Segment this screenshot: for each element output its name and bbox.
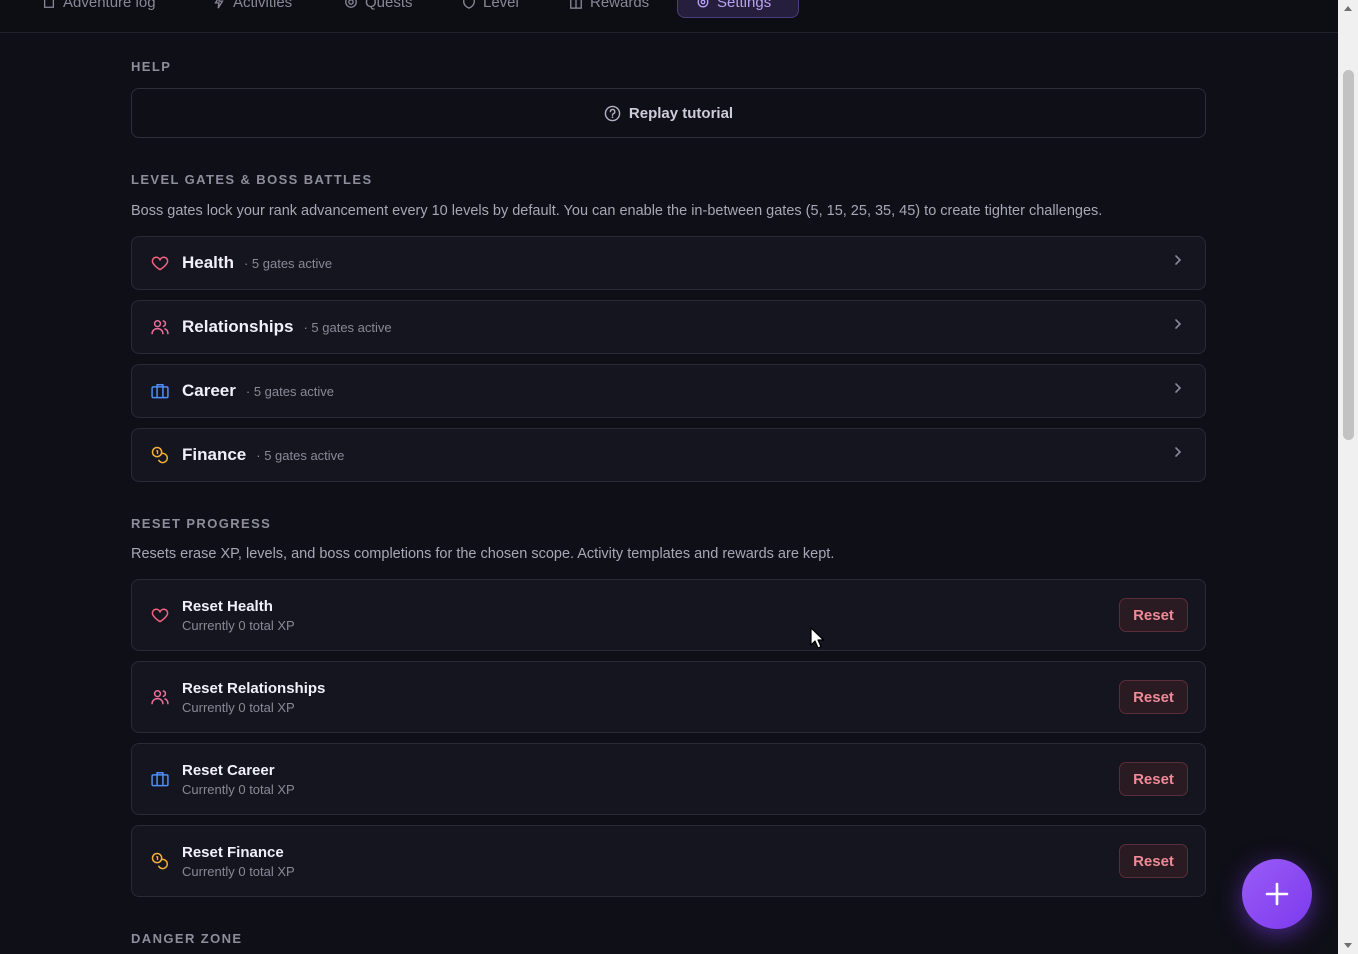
briefcase-icon xyxy=(151,384,169,399)
vertical-scrollbar[interactable] xyxy=(1338,0,1358,954)
target-icon xyxy=(345,0,357,8)
reset-xp: Currently 0 total XP xyxy=(182,617,295,633)
gate-meta: · 5 gates active xyxy=(243,255,333,271)
gate-meta: · 5 gates active xyxy=(303,319,392,335)
tab-label: Activities xyxy=(233,0,293,11)
gate-name: Relationships xyxy=(182,317,294,336)
reset-row-health: Reset Health Currently 0 total XP Reset xyxy=(131,579,1206,651)
reset-xp: Currently 0 total XP xyxy=(182,699,295,715)
reset-health-button[interactable]: Reset xyxy=(1119,598,1188,632)
replay-tutorial-button[interactable]: Replay tutorial xyxy=(131,88,1206,138)
tab-activities[interactable]: Activities xyxy=(194,0,310,18)
gate-row-relationships[interactable]: Relationships · 5 gates active xyxy=(131,300,1206,354)
add-fab-button[interactable] xyxy=(1242,859,1312,929)
reset-relationships-button[interactable]: Reset xyxy=(1119,680,1188,714)
reset-texts: Reset Career Currently 0 total XP xyxy=(182,762,295,797)
tab-label: Quests xyxy=(365,0,413,11)
mouse-cursor-icon xyxy=(810,627,824,649)
reset-name: Reset Career xyxy=(182,761,275,779)
gate-meta: · 5 gates active xyxy=(245,383,335,399)
help-section-title: HELP xyxy=(131,59,172,74)
reset-xp: Currently 0 total XP xyxy=(182,781,295,797)
users-icon xyxy=(151,690,169,705)
tab-label: Adventure log xyxy=(63,0,156,11)
tab-level[interactable]: Level xyxy=(444,0,537,18)
heart-icon xyxy=(151,256,169,271)
reset-section-title: RESET PROGRESS xyxy=(131,516,272,531)
help-circle-icon xyxy=(604,105,621,121)
book-icon xyxy=(43,0,55,8)
reset-texts: Reset Finance Currently 0 total XP xyxy=(182,844,295,879)
users-icon xyxy=(151,320,169,335)
gear-icon xyxy=(697,0,709,8)
gate-row-health[interactable]: Health · 5 gates active xyxy=(131,236,1206,290)
gate-meta: · 5 gates active xyxy=(256,447,345,463)
tab-quests[interactable]: Quests xyxy=(326,0,431,18)
reset-texts: Reset Relationships Currently 0 total XP xyxy=(182,680,325,715)
gift-icon xyxy=(570,0,582,9)
tab-settings[interactable]: Settings xyxy=(677,0,799,18)
tab-label: Level xyxy=(483,0,519,11)
reset-finance-button[interactable]: Reset xyxy=(1119,844,1188,878)
reset-texts: Reset Health Currently 0 total XP xyxy=(182,598,295,633)
replay-tutorial-label: Replay tutorial xyxy=(628,104,734,122)
tab-adventure-log[interactable]: Adventure log xyxy=(24,0,174,18)
reset-row-career: Reset Career Currently 0 total XP Reset xyxy=(131,743,1206,815)
chevron-right-icon xyxy=(1175,383,1182,393)
briefcase-icon xyxy=(151,772,169,787)
shield-icon xyxy=(463,0,475,9)
chevron-right-icon xyxy=(1175,255,1182,265)
gate-row-career[interactable]: Career · 5 gates active xyxy=(131,364,1206,418)
reset-row-finance: Reset Finance Currently 0 total XP Reset xyxy=(131,825,1206,897)
tab-rewards[interactable]: Rewards xyxy=(551,0,667,18)
coins-icon xyxy=(151,852,169,870)
gate-name: Finance xyxy=(182,445,247,464)
reset-name: Reset Health xyxy=(182,597,273,615)
tab-label: Settings xyxy=(717,0,772,11)
gate-row-finance[interactable]: Finance · 5 gates active xyxy=(131,428,1206,482)
activity-icon xyxy=(214,0,224,9)
reset-name: Reset Finance xyxy=(182,843,284,861)
tab-label: Rewards xyxy=(590,0,650,11)
chevron-right-icon xyxy=(1175,447,1182,457)
chevron-right-icon xyxy=(1175,319,1182,329)
gates-description: Boss gates lock your rank advancement ev… xyxy=(131,203,1103,219)
scroll-down-arrow-icon[interactable] xyxy=(1344,943,1352,948)
reset-name: Reset Relationships xyxy=(182,679,326,697)
scroll-up-arrow-icon[interactable] xyxy=(1344,6,1352,11)
reset-xp: Currently 0 total XP xyxy=(182,863,295,879)
danger-section-title: DANGER ZONE xyxy=(131,931,243,946)
coins-icon xyxy=(151,446,169,464)
gate-name: Health xyxy=(182,253,234,272)
scrollbar-thumb[interactable] xyxy=(1343,70,1354,440)
gate-name: Career xyxy=(182,381,236,400)
reset-description: Resets erase XP, levels, and boss comple… xyxy=(131,546,835,562)
reset-career-button[interactable]: Reset xyxy=(1119,762,1188,796)
reset-row-relationships: Reset Relationships Currently 0 total XP… xyxy=(131,661,1206,733)
gates-section-title: LEVEL GATES & BOSS BATTLES xyxy=(131,172,373,187)
heart-icon xyxy=(151,608,169,623)
plus-icon xyxy=(1265,882,1289,906)
top-navigation: Adventure log Activities Quests Level Re… xyxy=(0,0,1338,33)
